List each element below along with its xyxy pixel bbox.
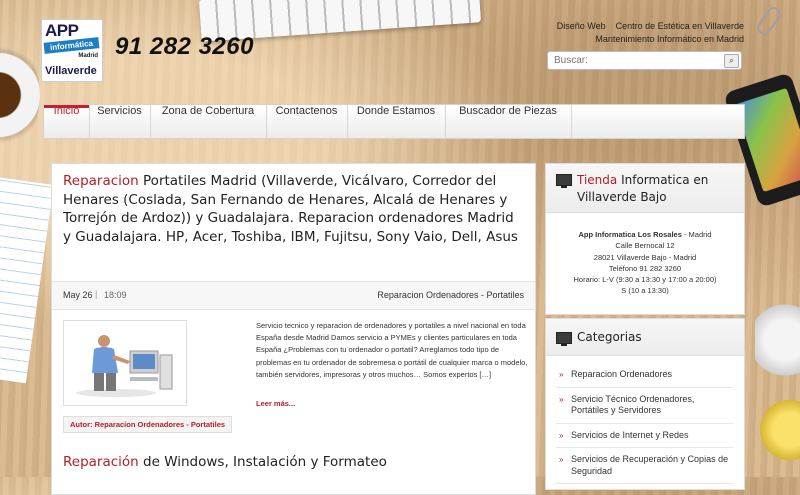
categories-widget-header: Categorias [546, 319, 744, 356]
store-address: Calle Bernocal 12 [615, 241, 675, 251]
store-hours-weekday: Horario: L-V (9:30 a 13:30 y 17:00 a 20:… [573, 275, 717, 285]
post-date: May 26 [63, 290, 93, 300]
categories-title: Categorias [577, 330, 642, 344]
top-link-mantenimiento[interactable]: Mantenimiento Informático en Madrid [595, 34, 744, 44]
monitor-icon [556, 332, 572, 346]
main-nav: Inicio Servicios Zona de Cobertura Conta… [43, 104, 745, 139]
store-postal: 28021 Villaverde Bajo - Madrid [593, 252, 697, 262]
logo-city-text: Villaverde [45, 65, 97, 77]
author-link[interactable]: Autor: Reparacion Ordenadores - Portatil… [63, 416, 233, 433]
search-icon[interactable]: ⌕ [724, 54, 739, 68]
site-logo[interactable]: APP informática Madrid Villaverde [41, 19, 103, 82]
post-meta: May 26 | 18:09 Reparacion Ordenadores - … [52, 281, 535, 310]
post-thumbnail[interactable] [63, 320, 187, 406]
paper-ball-decoration [755, 300, 800, 380]
nav-item-zona-cobertura[interactable]: Zona de Cobertura [150, 105, 267, 138]
post-title-highlight: Reparacion [63, 173, 139, 189]
categories-widget: Categorias Reparacion Ordenadores Servic… [545, 318, 745, 490]
store-info: App Informatica Los Rosales - Madrid Cal… [546, 229, 744, 297]
paperclip-decoration [754, 4, 784, 38]
top-links: Diseño Web Centro de Estética en Villaver… [547, 20, 744, 46]
nav-item-inicio[interactable]: Inicio [44, 105, 90, 138]
top-link-estetica[interactable]: Centro de Estética en Villaverde [616, 21, 744, 31]
main-content: Reparacion Portatiles Madrid (Villaverde… [51, 163, 536, 495]
category-item[interactable]: Servicio Técnico Ordenadores, Portátiles… [556, 388, 734, 424]
category-item[interactable]: Servicios de Recuperación y Copias de Se… [556, 448, 734, 484]
category-item[interactable]: Servicios de Internet y Redes [556, 424, 734, 448]
monitor-icon [556, 174, 572, 188]
coffee-cup-decoration [0, 40, 40, 150]
post-excerpt: Servicio tecnico y reparacion de ordenad… [256, 321, 528, 379]
top-link-diseno[interactable]: Diseño Web [557, 21, 606, 31]
search-input[interactable] [554, 53, 714, 67]
store-phone: Teléfono 91 282 3260 [608, 263, 682, 273]
notepad-decoration [0, 176, 54, 384]
post2-title[interactable]: Reparación de Windows, Instalación y For… [63, 454, 387, 470]
store-widget-title: Tienda Informatica en Villaverde Bajo [577, 172, 737, 206]
header-phone: 91 282 3260 [115, 33, 254, 60]
nav-item-buscador-piezas[interactable]: Buscador de Piezas [445, 105, 572, 138]
nav-item-servicios[interactable]: Servicios [89, 105, 151, 138]
post2-title-highlight: Reparación [63, 454, 139, 470]
store-hours-saturday: S (10 a 13:30) [621, 286, 669, 296]
store-name: App Informatica Los Rosales [578, 230, 682, 239]
store-widget: Tienda Informatica en Villaverde Bajo Ap… [545, 163, 745, 315]
logo-madrid-text: Madrid [78, 53, 98, 59]
technician-at-computer-image [64, 321, 186, 405]
read-more-link[interactable]: Leer más... [256, 399, 295, 408]
category-list: Reparacion Ordenadores Servicio Técnico … [556, 363, 734, 484]
logo-app-text: APP [45, 21, 79, 40]
nav-item-contactenos[interactable]: Contactenos [266, 105, 348, 138]
search-box: ⌕ [547, 51, 742, 70]
post-category-link[interactable]: Reparacion Ordenadores - Portatiles [377, 290, 524, 300]
store-title-highlight: Tienda [577, 173, 618, 187]
nav-item-donde-estamos[interactable]: Donde Estamos [347, 105, 446, 138]
post-title[interactable]: Reparacion Portatiles Madrid (Villaverde… [63, 172, 518, 246]
category-item[interactable]: Reparacion Ordenadores [556, 363, 734, 388]
sticky-note-ball-decoration [760, 400, 800, 460]
meta-separator: | [95, 289, 98, 299]
post-time: 18:09 [104, 290, 127, 300]
post2-title-rest: de Windows, Instalación y Formateo [138, 454, 387, 470]
store-widget-header: Tienda Informatica en Villaverde Bajo [546, 164, 744, 213]
store-name-suffix: - Madrid [681, 230, 712, 239]
